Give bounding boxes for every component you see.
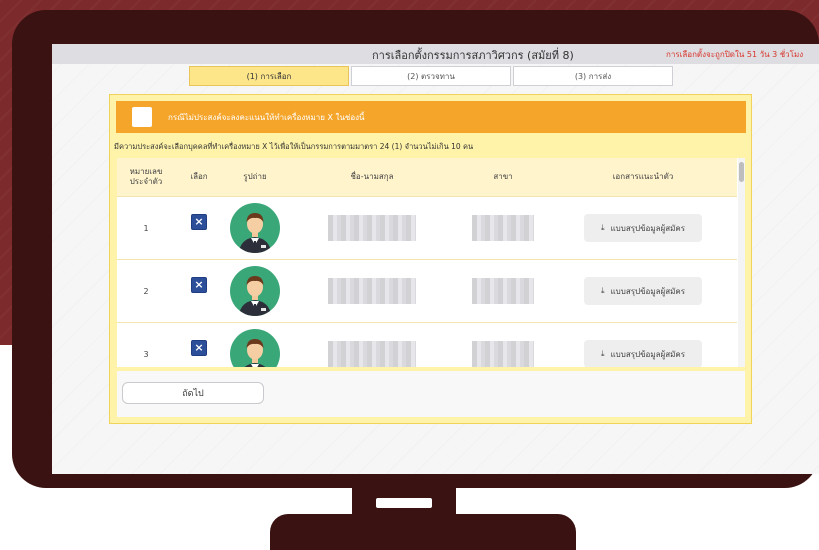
select-checkbox[interactable]: ×	[191, 214, 207, 230]
step-2-review[interactable]: (2) ตรวจทาน	[351, 66, 511, 86]
ballot-card: กรณีไม่ประสงค์จะลงคะแนนให้ทำเครื่องหมาย …	[109, 94, 752, 424]
screen: การเลือกตั้งกรรมการสภาวิศวกร (สมัยที่ 8)…	[52, 44, 819, 474]
download-summary-label: แบบสรุปข้อมูลผู้สมัคร	[610, 349, 686, 359]
scrollbar-thumb[interactable]	[739, 162, 744, 182]
deadline-countdown: การเลือกตั้งจะถูกปิดใน 51 วัน 3 ชั่วโมง	[666, 50, 804, 59]
title-bar: การเลือกตั้งกรรมการสภาวิศวกร (สมัยที่ 8)…	[52, 44, 819, 64]
candidate-number: 1	[143, 223, 149, 233]
table-row: 1 × ⤓ แบบสรุปข้อมูลผู้สมัคร	[117, 196, 737, 259]
step-3-submit[interactable]: (3) การส่ง	[513, 66, 673, 86]
candidate-branch-redacted	[472, 278, 534, 304]
step-label: (1) การเลือก	[246, 71, 292, 81]
table-scrollbar[interactable]	[738, 158, 745, 367]
candidate-number: 3	[143, 349, 149, 359]
candidate-branch-redacted	[472, 215, 534, 241]
download-summary-button[interactable]: ⤓ แบบสรุปข้อมูลผู้สมัคร	[584, 277, 702, 305]
next-button[interactable]: ถัดไป	[122, 382, 264, 404]
candidate-photo	[230, 329, 280, 367]
page-title: การเลือกตั้งกรรมการสภาวิศวกร (สมัยที่ 8)	[372, 49, 574, 62]
card-footer: ถัดไป	[117, 371, 745, 417]
candidate-table: หมายเลข ประจำตัว เลือก รูปถ่าย ชื่อ-นามส…	[117, 158, 745, 367]
select-checkbox[interactable]: ×	[191, 277, 207, 293]
download-icon: ⤓	[600, 349, 605, 358]
monitor-base	[270, 514, 576, 550]
candidate-name-redacted	[328, 278, 416, 304]
abstain-text: กรณีไม่ประสงค์จะลงคะแนนให้ทำเครื่องหมาย …	[168, 113, 365, 122]
candidate-number: 2	[143, 286, 149, 296]
monitor-frame: การเลือกตั้งกรรมการสภาวิศวกร (สมัยที่ 8)…	[12, 10, 819, 488]
download-summary-button[interactable]: ⤓ แบบสรุปข้อมูลผู้สมัคร	[584, 340, 702, 367]
step-label: (3) การส่ง	[574, 71, 612, 81]
column-header-branch: สาขา	[493, 172, 513, 181]
abstain-banner: กรณีไม่ประสงค์จะลงคะแนนให้ทำเครื่องหมาย …	[116, 101, 746, 133]
table-header: หมายเลข ประจำตัว เลือก รูปถ่าย ชื่อ-นามส…	[117, 158, 737, 196]
column-header-name: ชื่อ-นามสกุล	[350, 172, 394, 181]
candidate-photo	[230, 266, 280, 316]
candidate-name-redacted	[328, 215, 416, 241]
table-row: 2 × ⤓ แบบสรุปข้อมูลผู้สมัคร	[117, 259, 737, 322]
download-summary-button[interactable]: ⤓ แบบสรุปข้อมูลผู้สมัคร	[584, 214, 702, 242]
column-header-document: เอกสารแนะนำตัว	[612, 172, 674, 181]
monitor-neck-slot	[376, 498, 432, 508]
download-icon: ⤓	[600, 223, 605, 232]
column-header-photo: รูปถ่าย	[243, 172, 267, 181]
column-header-select: เลือก	[190, 172, 208, 181]
step-1-selection[interactable]: (1) การเลือก	[189, 66, 349, 86]
candidate-branch-redacted	[472, 341, 534, 367]
download-icon: ⤓	[600, 286, 605, 295]
select-checkbox[interactable]: ×	[191, 340, 207, 356]
download-summary-label: แบบสรุปข้อมูลผู้สมัคร	[610, 223, 686, 233]
download-summary-label: แบบสรุปข้อมูลผู้สมัคร	[610, 286, 686, 296]
candidate-photo	[230, 203, 280, 253]
table-row: 3 × ⤓ แบบสรุปข้อมูลผู้สมัคร	[117, 322, 737, 367]
step-label: (2) ตรวจทาน	[407, 71, 455, 81]
column-header-number: หมายเลข ประจำตัว	[129, 167, 163, 186]
abstain-checkbox[interactable]	[132, 107, 152, 127]
candidate-name-redacted	[328, 341, 416, 367]
instruction-text: มีความประสงค์จะเลือกบุคคลที่ทำเครื่องหมา…	[114, 142, 474, 151]
